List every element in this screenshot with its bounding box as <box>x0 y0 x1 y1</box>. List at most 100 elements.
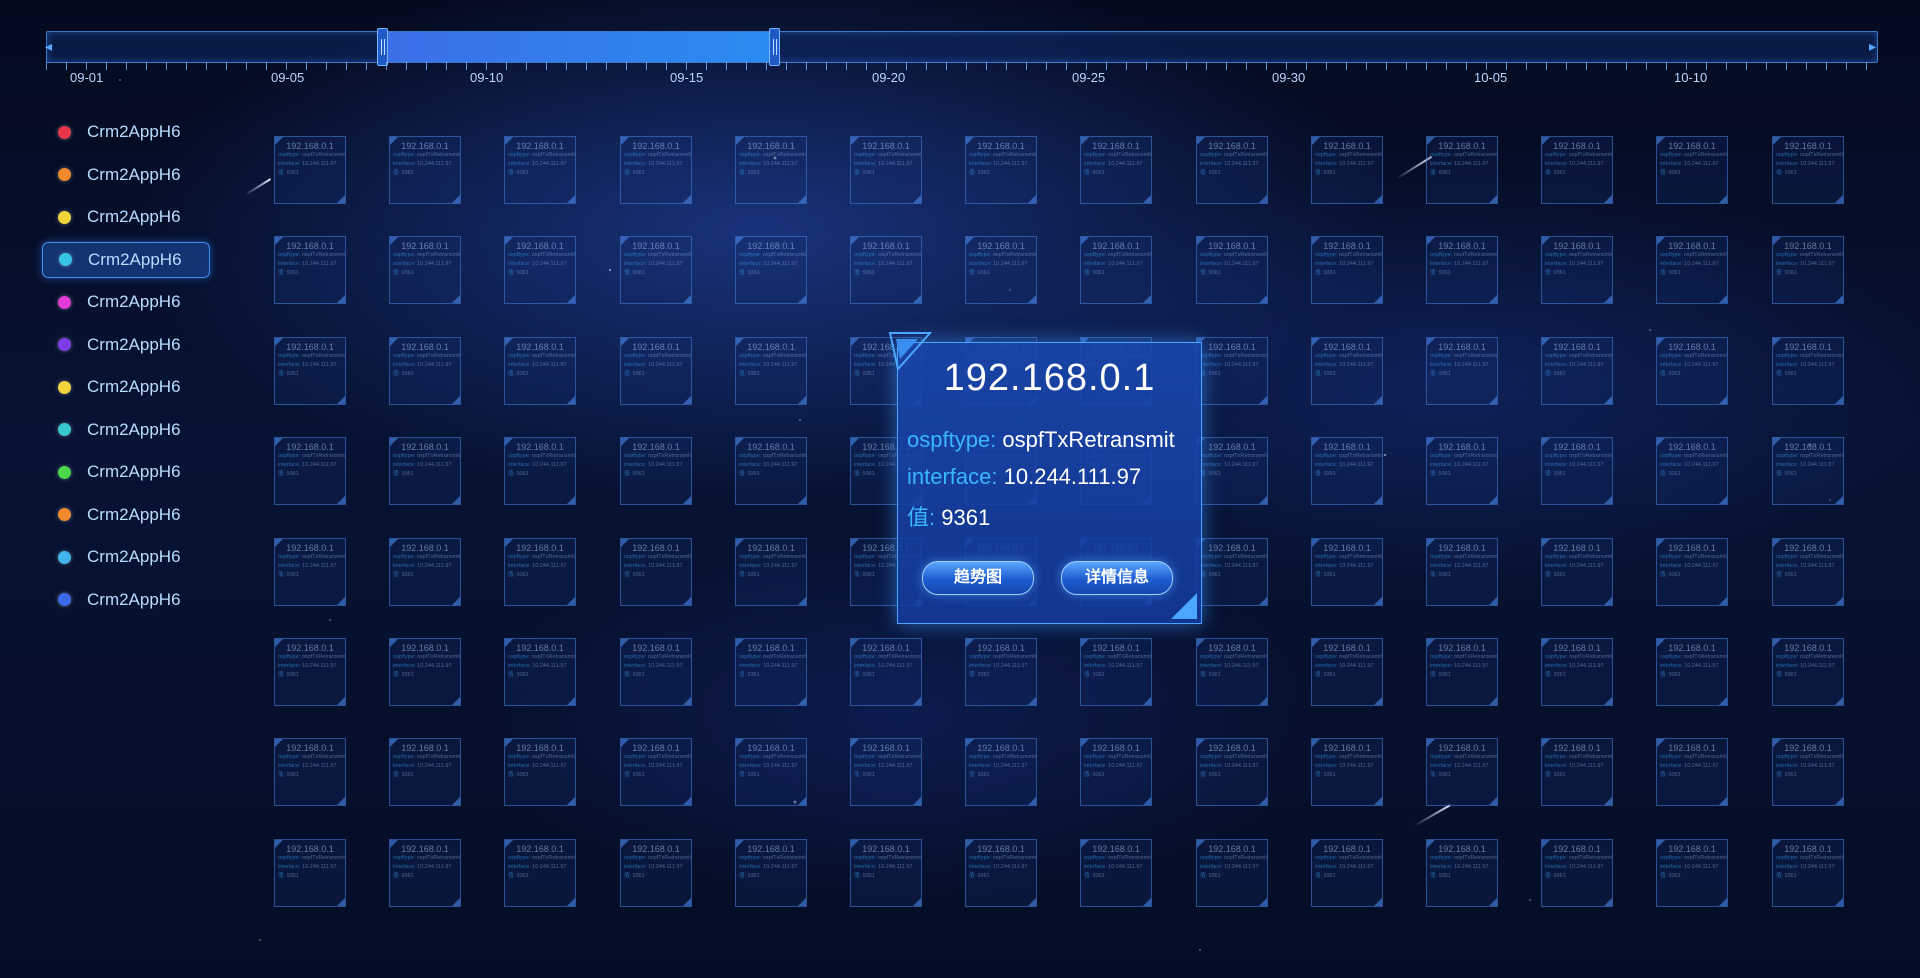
device-card[interactable]: 192.168.0.1ospftype: ospfTxRetransmitint… <box>1426 136 1498 204</box>
device-card[interactable]: 192.168.0.1ospftype: ospfTxRetransmitint… <box>389 437 461 505</box>
device-card[interactable]: 192.168.0.1ospftype: ospfTxRetransmitint… <box>1772 136 1844 204</box>
device-card[interactable]: 192.168.0.1ospftype: ospfTxRetransmitint… <box>1311 437 1383 505</box>
device-card[interactable]: 192.168.0.1ospftype: ospfTxRetransmitint… <box>1080 136 1152 204</box>
device-card[interactable]: 192.168.0.1ospftype: ospfTxRetransmitint… <box>1541 136 1613 204</box>
device-card[interactable]: 192.168.0.1ospftype: ospfTxRetransmitint… <box>1772 437 1844 505</box>
device-card[interactable]: 192.168.0.1ospftype: ospfTxRetransmitint… <box>274 136 346 204</box>
device-card[interactable]: 192.168.0.1ospftype: ospfTxRetransmitint… <box>1541 839 1613 907</box>
device-card[interactable]: 192.168.0.1ospftype: ospfTxRetransmitint… <box>620 738 692 806</box>
device-card[interactable]: 192.168.0.1ospftype: ospfTxRetransmitint… <box>1772 337 1844 405</box>
device-card[interactable]: 192.168.0.1ospftype: ospfTxRetransmitint… <box>735 437 807 505</box>
legend-item[interactable]: Crm2AppH6 <box>42 327 210 363</box>
device-card[interactable]: 192.168.0.1ospftype: ospfTxRetransmitint… <box>389 136 461 204</box>
legend-item[interactable]: Crm2AppH6 <box>42 369 210 405</box>
device-card[interactable]: 192.168.0.1ospftype: ospfTxRetransmitint… <box>1196 638 1268 706</box>
device-card[interactable]: 192.168.0.1ospftype: ospfTxRetransmitint… <box>504 738 576 806</box>
device-card[interactable]: 192.168.0.1ospftype: ospfTxRetransmitint… <box>1656 538 1728 606</box>
device-card[interactable]: 192.168.0.1ospftype: ospfTxRetransmitint… <box>504 236 576 304</box>
device-card[interactable]: 192.168.0.1ospftype: ospfTxRetransmitint… <box>735 136 807 204</box>
device-card[interactable]: 192.168.0.1ospftype: ospfTxRetransmitint… <box>389 839 461 907</box>
device-card[interactable]: 192.168.0.1ospftype: ospfTxRetransmitint… <box>504 437 576 505</box>
device-card[interactable]: 192.168.0.1ospftype: ospfTxRetransmitint… <box>1656 136 1728 204</box>
device-card[interactable]: 192.168.0.1ospftype: ospfTxRetransmitint… <box>620 839 692 907</box>
device-card[interactable]: 192.168.0.1ospftype: ospfTxRetransmitint… <box>1772 538 1844 606</box>
device-card[interactable]: 192.168.0.1ospftype: ospfTxRetransmitint… <box>1426 437 1498 505</box>
device-card[interactable]: 192.168.0.1ospftype: ospfTxRetransmitint… <box>274 638 346 706</box>
device-card[interactable]: 192.168.0.1ospftype: ospfTxRetransmitint… <box>1080 839 1152 907</box>
timeline-slider[interactable]: ◂ ▸ <box>45 28 1878 66</box>
device-card[interactable]: 192.168.0.1ospftype: ospfTxRetransmitint… <box>620 236 692 304</box>
device-card[interactable]: 192.168.0.1ospftype: ospfTxRetransmitint… <box>965 638 1037 706</box>
device-card[interactable]: 192.168.0.1ospftype: ospfTxRetransmitint… <box>1196 236 1268 304</box>
device-card[interactable]: 192.168.0.1ospftype: ospfTxRetransmitint… <box>1426 738 1498 806</box>
legend-item[interactable]: Crm2AppH6 <box>42 284 210 320</box>
device-card[interactable]: 192.168.0.1ospftype: ospfTxRetransmitint… <box>1541 538 1613 606</box>
device-card[interactable]: 192.168.0.1ospftype: ospfTxRetransmitint… <box>389 738 461 806</box>
device-card[interactable]: 192.168.0.1ospftype: ospfTxRetransmitint… <box>1196 538 1268 606</box>
trend-button[interactable]: 趋势图 <box>922 561 1034 595</box>
device-card[interactable]: 192.168.0.1ospftype: ospfTxRetransmitint… <box>504 839 576 907</box>
device-card[interactable]: 192.168.0.1ospftype: ospfTxRetransmitint… <box>1656 738 1728 806</box>
device-card[interactable]: 192.168.0.1ospftype: ospfTxRetransmitint… <box>1426 236 1498 304</box>
device-card[interactable]: 192.168.0.1ospftype: ospfTxRetransmitint… <box>850 136 922 204</box>
device-card[interactable]: 192.168.0.1ospftype: ospfTxRetransmitint… <box>850 839 922 907</box>
device-card[interactable]: 192.168.0.1ospftype: ospfTxRetransmitint… <box>965 236 1037 304</box>
device-card[interactable]: 192.168.0.1ospftype: ospfTxRetransmitint… <box>620 136 692 204</box>
device-card[interactable]: 192.168.0.1ospftype: ospfTxRetransmitint… <box>850 638 922 706</box>
legend-item[interactable]: Crm2AppH6 <box>42 157 210 193</box>
device-card[interactable]: 192.168.0.1ospftype: ospfTxRetransmitint… <box>735 538 807 606</box>
device-card[interactable]: 192.168.0.1ospftype: ospfTxRetransmitint… <box>1311 236 1383 304</box>
device-card[interactable]: 192.168.0.1ospftype: ospfTxRetransmitint… <box>965 839 1037 907</box>
device-card[interactable]: 192.168.0.1ospftype: ospfTxRetransmitint… <box>1541 236 1613 304</box>
device-card[interactable]: 192.168.0.1ospftype: ospfTxRetransmitint… <box>274 437 346 505</box>
device-card[interactable]: 192.168.0.1ospftype: ospfTxRetransmitint… <box>1311 839 1383 907</box>
device-card[interactable]: 192.168.0.1ospftype: ospfTxRetransmitint… <box>389 538 461 606</box>
device-card[interactable]: 192.168.0.1ospftype: ospfTxRetransmitint… <box>1080 236 1152 304</box>
device-card[interactable]: 192.168.0.1ospftype: ospfTxRetransmitint… <box>735 839 807 907</box>
device-card[interactable]: 192.168.0.1ospftype: ospfTxRetransmitint… <box>1311 638 1383 706</box>
device-card[interactable]: 192.168.0.1ospftype: ospfTxRetransmitint… <box>274 337 346 405</box>
legend-item[interactable]: Crm2AppH6 <box>42 114 210 150</box>
device-card[interactable]: 192.168.0.1ospftype: ospfTxRetransmitint… <box>389 638 461 706</box>
device-card[interactable]: 192.168.0.1ospftype: ospfTxRetransmitint… <box>1772 236 1844 304</box>
device-card[interactable]: 192.168.0.1ospftype: ospfTxRetransmitint… <box>1426 839 1498 907</box>
device-card[interactable]: 192.168.0.1ospftype: ospfTxRetransmitint… <box>1311 538 1383 606</box>
device-card[interactable]: 192.168.0.1ospftype: ospfTxRetransmitint… <box>274 839 346 907</box>
device-card[interactable]: 192.168.0.1ospftype: ospfTxRetransmitint… <box>1426 337 1498 405</box>
device-card[interactable]: 192.168.0.1ospftype: ospfTxRetransmitint… <box>620 437 692 505</box>
device-card[interactable]: 192.168.0.1ospftype: ospfTxRetransmitint… <box>389 236 461 304</box>
detail-button[interactable]: 详情信息 <box>1061 561 1173 595</box>
device-card[interactable]: 192.168.0.1ospftype: ospfTxRetransmitint… <box>1541 638 1613 706</box>
device-card[interactable]: 192.168.0.1ospftype: ospfTxRetransmitint… <box>1196 738 1268 806</box>
device-card[interactable]: 192.168.0.1ospftype: ospfTxRetransmitint… <box>1196 136 1268 204</box>
device-card[interactable]: 192.168.0.1ospftype: ospfTxRetransmitint… <box>620 538 692 606</box>
legend-item[interactable]: Crm2AppH6 <box>42 412 210 448</box>
legend-item[interactable]: Crm2AppH6 <box>42 241 210 278</box>
device-card[interactable]: 192.168.0.1ospftype: ospfTxRetransmitint… <box>274 236 346 304</box>
device-card[interactable]: 192.168.0.1ospftype: ospfTxRetransmitint… <box>850 236 922 304</box>
device-card[interactable]: 192.168.0.1ospftype: ospfTxRetransmitint… <box>1772 839 1844 907</box>
device-card[interactable]: 192.168.0.1ospftype: ospfTxRetransmitint… <box>1656 638 1728 706</box>
device-card[interactable]: 192.168.0.1ospftype: ospfTxRetransmitint… <box>1196 839 1268 907</box>
device-card[interactable]: 192.168.0.1ospftype: ospfTxRetransmitint… <box>1541 738 1613 806</box>
device-card[interactable]: 192.168.0.1ospftype: ospfTxRetransmitint… <box>965 738 1037 806</box>
device-card[interactable]: 192.168.0.1ospftype: ospfTxRetransmitint… <box>1311 738 1383 806</box>
device-card[interactable]: 192.168.0.1ospftype: ospfTxRetransmitint… <box>1656 437 1728 505</box>
device-card[interactable]: 192.168.0.1ospftype: ospfTxRetransmitint… <box>965 136 1037 204</box>
device-card[interactable]: 192.168.0.1ospftype: ospfTxRetransmitint… <box>1656 337 1728 405</box>
device-card[interactable]: 192.168.0.1ospftype: ospfTxRetransmitint… <box>1080 638 1152 706</box>
device-card[interactable]: 192.168.0.1ospftype: ospfTxRetransmitint… <box>1541 337 1613 405</box>
device-card[interactable]: 192.168.0.1ospftype: ospfTxRetransmitint… <box>1656 236 1728 304</box>
device-card[interactable]: 192.168.0.1ospftype: ospfTxRetransmitint… <box>1311 337 1383 405</box>
device-card[interactable]: 192.168.0.1ospftype: ospfTxRetransmitint… <box>850 738 922 806</box>
device-card[interactable]: 192.168.0.1ospftype: ospfTxRetransmitint… <box>620 337 692 405</box>
device-card[interactable]: 192.168.0.1ospftype: ospfTxRetransmitint… <box>504 638 576 706</box>
device-card[interactable]: 192.168.0.1ospftype: ospfTxRetransmitint… <box>735 738 807 806</box>
legend-item[interactable]: Crm2AppH6 <box>42 497 210 533</box>
device-card[interactable]: 192.168.0.1ospftype: ospfTxRetransmitint… <box>274 738 346 806</box>
legend-item[interactable]: Crm2AppH6 <box>42 454 210 490</box>
device-card[interactable]: 192.168.0.1ospftype: ospfTxRetransmitint… <box>504 538 576 606</box>
device-card[interactable]: 192.168.0.1ospftype: ospfTxRetransmitint… <box>1426 638 1498 706</box>
device-card[interactable]: 192.168.0.1ospftype: ospfTxRetransmitint… <box>1541 437 1613 505</box>
device-card[interactable]: 192.168.0.1ospftype: ospfTxRetransmitint… <box>1656 839 1728 907</box>
